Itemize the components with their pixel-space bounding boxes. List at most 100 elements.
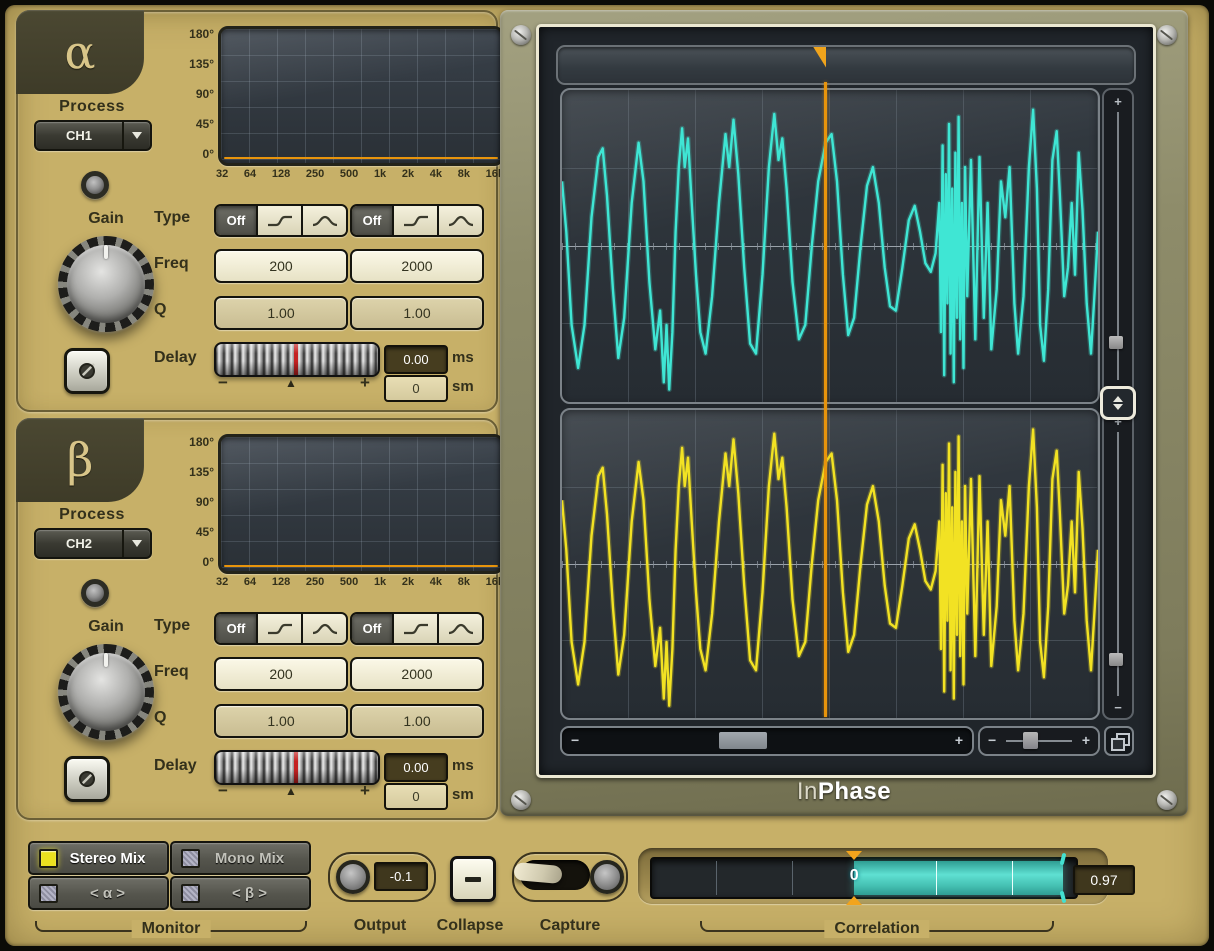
led-icon — [181, 849, 200, 868]
minus-label[interactable]: − — [988, 732, 996, 748]
scrollbar-thumb[interactable] — [719, 732, 767, 749]
filter2-type-selector[interactable]: Off — [350, 204, 484, 237]
filter2-bell-button[interactable] — [437, 206, 482, 235]
sm-unit-label: sm — [452, 378, 474, 395]
filter2-q-field[interactable]: 1.00 — [350, 704, 484, 738]
waveform-display-plate: + − + − − + − + InPh — [500, 10, 1188, 816]
filter2-shelf-button[interactable] — [392, 614, 437, 643]
filter1-freq-field[interactable]: 200 — [214, 657, 348, 691]
filter2-freq-field[interactable]: 2000 — [350, 249, 484, 283]
led-icon — [39, 849, 58, 868]
scroll-plus[interactable]: + — [955, 732, 963, 748]
waveform-beta — [562, 410, 1098, 718]
filter1-shelf-button[interactable] — [256, 614, 301, 643]
chassis-background: α Process CH1 Gain 180°135°90°45°0° 3264… — [5, 5, 1209, 946]
delay-ms-field[interactable]: 0.00 — [384, 345, 448, 374]
timeline-ruler[interactable] — [556, 45, 1136, 85]
type-label: Type — [154, 617, 190, 635]
monitor-mono-mix-button[interactable]: Mono Mix — [170, 841, 311, 875]
chevron-down-icon[interactable] — [124, 530, 150, 557]
filter2-shelf-button[interactable] — [392, 206, 437, 235]
output-value[interactable]: -0.1 — [374, 862, 428, 891]
filter2-type-selector[interactable]: Off — [350, 612, 484, 645]
delay-plus-label: + — [360, 781, 370, 801]
phase-invert-icon — [76, 768, 98, 790]
filter1-bell-button[interactable] — [301, 206, 346, 235]
gain-led[interactable] — [81, 171, 109, 199]
waveform-h-scrollbar[interactable]: − + — [560, 726, 974, 756]
gain-knob[interactable] — [58, 236, 154, 332]
monitor-beta-button[interactable]: < β > — [170, 876, 311, 910]
correlation-value: 0.97 — [1073, 865, 1135, 895]
correlation-tick — [792, 861, 793, 895]
slider-thumb[interactable] — [1023, 732, 1038, 749]
correlation-tick — [936, 861, 937, 895]
monitor-group-bracket: Monitor — [35, 921, 307, 932]
plus-label[interactable]: + — [1082, 732, 1090, 748]
channel-section-alpha: α Process CH1 Gain 180°135°90°45°0° 3264… — [16, 10, 498, 412]
chevron-down-icon[interactable] — [124, 122, 150, 149]
snapshot-button[interactable] — [1104, 726, 1134, 756]
collapse-button[interactable] — [450, 856, 496, 902]
shelf-filter-icon — [266, 213, 294, 229]
plus-label[interactable]: + — [1104, 94, 1132, 109]
filter1-bell-button[interactable] — [301, 614, 346, 643]
playback-cursor[interactable] — [824, 82, 827, 717]
filter2-off-button[interactable]: Off — [352, 614, 392, 643]
filter1-off-button[interactable]: Off — [216, 206, 256, 235]
filter1-off-button[interactable]: Off — [216, 614, 256, 643]
output-label: Output — [330, 917, 430, 935]
correlation-center-marker-top — [846, 851, 862, 860]
alpha-symbol: α — [64, 25, 95, 79]
phase-invert-button[interactable] — [64, 348, 110, 394]
brand-logo: InPhase — [500, 778, 1188, 806]
gain-knob[interactable] — [58, 644, 154, 740]
panel-link-toggle-button[interactable] — [1100, 386, 1136, 420]
filter2-freq-field[interactable]: 2000 — [350, 657, 484, 691]
process-channel-select[interactable]: CH2 — [34, 528, 152, 559]
process-channel-value: CH1 — [36, 122, 122, 149]
slider-thumb[interactable] — [1109, 336, 1123, 349]
bell-filter-icon — [447, 213, 475, 229]
gain-led[interactable] — [81, 579, 109, 607]
capture-knob[interactable] — [590, 860, 624, 894]
q-label: Q — [154, 709, 166, 727]
led-icon — [39, 884, 58, 903]
process-label: Process — [32, 98, 152, 116]
filter1-freq-field[interactable]: 200 — [214, 249, 348, 283]
beta-symbol: β — [67, 433, 94, 487]
filter2-off-button[interactable]: Off — [352, 206, 392, 235]
zoom-h-slider[interactable]: − + — [978, 726, 1100, 756]
waveform-panel-top[interactable] — [560, 88, 1100, 404]
filter1-type-selector[interactable]: Off — [214, 612, 348, 645]
filter1-shelf-button[interactable] — [256, 206, 301, 235]
delay-samples-field[interactable]: 0 — [384, 375, 448, 402]
phase-invert-button[interactable] — [64, 756, 110, 802]
phase-response-graph — [218, 26, 504, 166]
monitor-alpha-button[interactable]: < α > — [28, 876, 169, 910]
gain-label: Gain — [68, 618, 144, 636]
delay-wheel[interactable] — [214, 342, 380, 377]
monitor-stereo-mix-button[interactable]: Stereo Mix — [28, 841, 169, 875]
delay-samples-field[interactable]: 0 — [384, 783, 448, 810]
filter1-type-selector[interactable]: Off — [214, 204, 348, 237]
waveform-panel-bottom[interactable] — [560, 408, 1100, 720]
minus-label[interactable]: − — [1104, 700, 1132, 715]
output-knob[interactable] — [336, 860, 370, 894]
filter1-q-field[interactable]: 1.00 — [214, 296, 348, 330]
inphase-plugin-window: α Process CH1 Gain 180°135°90°45°0° 3264… — [0, 0, 1214, 951]
delay-ms-field[interactable]: 0.00 — [384, 753, 448, 782]
phase-graph-y-axis: 180°135°90°45°0° — [164, 436, 214, 568]
filter2-q-field[interactable]: 1.00 — [350, 296, 484, 330]
filter2-bell-button[interactable] — [437, 614, 482, 643]
process-channel-select[interactable]: CH1 — [34, 120, 152, 151]
zoom-slider-top[interactable]: + − — [1102, 88, 1134, 404]
correlation-zero-label: 0 — [850, 867, 859, 885]
filter1-q-field[interactable]: 1.00 — [214, 704, 348, 738]
zoom-slider-bottom[interactable]: + − — [1102, 408, 1134, 720]
scroll-minus[interactable]: − — [571, 732, 579, 748]
slider-thumb[interactable] — [1109, 653, 1123, 666]
delay-wheel[interactable] — [214, 750, 380, 785]
delay-label: Delay — [154, 349, 197, 367]
delay-pointer-icon: ▲ — [285, 784, 297, 798]
